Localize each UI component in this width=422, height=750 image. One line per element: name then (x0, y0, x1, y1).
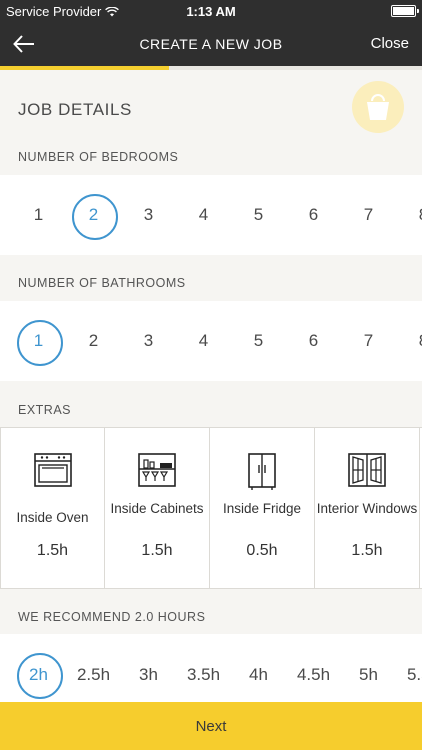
bedroom-option[interactable]: 6 (286, 175, 341, 255)
hours-option[interactable]: 2.5h (66, 634, 121, 702)
bathroom-option[interactable]: 1 (11, 301, 66, 381)
bathroom-option[interactable]: 7 (341, 301, 396, 381)
hours-option-label: 2h (29, 665, 48, 684)
bedrooms-label: NUMBER OF BEDROOMS (18, 150, 179, 164)
bedroom-option-label: 5 (253, 205, 264, 224)
bedroom-option-label: 3 (143, 205, 154, 224)
bedroom-option[interactable]: 5 (231, 175, 286, 255)
bedroom-option-label: 6 (308, 205, 319, 224)
hours-option-label: 5h (359, 665, 378, 684)
battery-icon (391, 5, 419, 17)
bedroom-options: 1 2 3 4 5 6 7 8 (11, 175, 422, 255)
bedrooms-selector: 1 2 3 4 5 6 7 8 (0, 175, 422, 255)
bedroom-option-label: 4 (198, 205, 209, 224)
windows-icon (348, 453, 386, 487)
hours-option-label: 4h (249, 665, 268, 684)
bedroom-option[interactable]: 2 (66, 175, 121, 255)
extra-name: Inside Fridge (222, 501, 302, 516)
oven-icon (33, 453, 72, 487)
fridge-icon (248, 453, 276, 490)
progress-bar (0, 66, 422, 70)
hours-option-label: 3.5h (186, 665, 221, 684)
hours-option-label: 2.5h (76, 665, 111, 684)
bathroom-option-label: 1 (33, 331, 44, 350)
extra-inside-cabinets[interactable]: Inside Cabinets 1.5h (105, 428, 210, 588)
bedroom-option[interactable]: 8 (396, 175, 422, 255)
extra-interior-windows[interactable]: Interior Windows 1.5h (315, 428, 420, 588)
bedroom-option[interactable]: 7 (341, 175, 396, 255)
bedroom-option[interactable]: 1 (11, 175, 66, 255)
bedroom-option[interactable]: 3 (121, 175, 176, 255)
bathroom-option[interactable]: 4 (176, 301, 231, 381)
bathroom-option-label: 6 (308, 331, 319, 350)
hours-option[interactable]: 3.5h (176, 634, 231, 702)
close-button[interactable]: Close (371, 35, 409, 52)
top-bar: Service Provider 1:13 AM CREATE A NEW JO… (0, 0, 422, 66)
extra-name: Inside Oven (16, 510, 89, 525)
bathroom-option-label: 5 (253, 331, 264, 350)
extra-hours: 1.5h (36, 542, 69, 559)
bathroom-option-label: 2 (88, 331, 99, 350)
hours-option[interactable]: 5.5h (396, 634, 422, 702)
bathroom-option[interactable]: 3 (121, 301, 176, 381)
page-title: CREATE A NEW JOB (139, 36, 283, 52)
extras-grid: Inside Oven 1.5h Inside Cabinets 1.5h In… (0, 427, 422, 589)
bedroom-option[interactable]: 4 (176, 175, 231, 255)
bathroom-option[interactable]: 6 (286, 301, 341, 381)
hours-option[interactable]: 3h (121, 634, 176, 702)
progress-fill (0, 66, 169, 70)
bedroom-option-label: 2 (88, 205, 99, 224)
extra-inside-fridge[interactable]: Inside Fridge 0.5h (210, 428, 315, 588)
bathroom-option[interactable]: 8 (396, 301, 422, 381)
nav-bar: CREATE A NEW JOB Close (0, 22, 422, 66)
hours-option-label: 5.5h (406, 665, 422, 684)
bathrooms-label: NUMBER OF BATHROOMS (18, 276, 186, 290)
extra-hours: 0.5h (246, 542, 278, 559)
bathroom-option-label: 7 (363, 331, 374, 350)
bedroom-option-label: 1 (33, 205, 44, 224)
section-title: JOB DETAILS (18, 100, 132, 119)
bucket-icon (367, 94, 389, 120)
bathrooms-selector: 1 2 3 4 5 6 7 8 (0, 301, 422, 381)
extra-name: Interior Windows (316, 501, 418, 516)
hours-option-label: 4.5h (296, 665, 331, 684)
extra-name: Inside Cabinets (110, 501, 204, 516)
bedroom-option-label: 7 (363, 205, 374, 224)
hours-selector: 2h 2.5h 3h 3.5h 4h 4.5h 5h 5.5h (0, 634, 422, 702)
extras-label: EXTRAS (18, 403, 72, 417)
status-bar: Service Provider 1:13 AM (0, 0, 422, 22)
hour-options: 2h 2.5h 3h 3.5h 4h 4.5h 5h 5.5h (11, 634, 422, 702)
bathroom-option-label: 3 (143, 331, 154, 350)
next-button[interactable]: Next (0, 702, 422, 750)
hours-option[interactable]: 2h (11, 634, 66, 702)
hours-option-label: 3h (139, 665, 158, 684)
bathroom-option[interactable]: 5 (231, 301, 286, 381)
bathroom-options: 1 2 3 4 5 6 7 8 (11, 301, 422, 381)
bathroom-option[interactable]: 2 (66, 301, 121, 381)
extra-inside-oven[interactable]: Inside Oven 1.5h (0, 428, 105, 588)
hours-option[interactable]: 4.5h (286, 634, 341, 702)
bathroom-option-label: 4 (198, 331, 209, 350)
cabinets-icon (138, 453, 176, 487)
extra-hours: 1.5h (351, 542, 383, 559)
hours-option[interactable]: 5h (341, 634, 396, 702)
hours-label: WE RECOMMEND 2.0 HOURS (18, 610, 206, 624)
extra-hours: 1.5h (141, 542, 173, 559)
bucket-badge (352, 81, 404, 133)
hours-option[interactable]: 4h (231, 634, 286, 702)
clock: 1:13 AM (186, 4, 236, 19)
